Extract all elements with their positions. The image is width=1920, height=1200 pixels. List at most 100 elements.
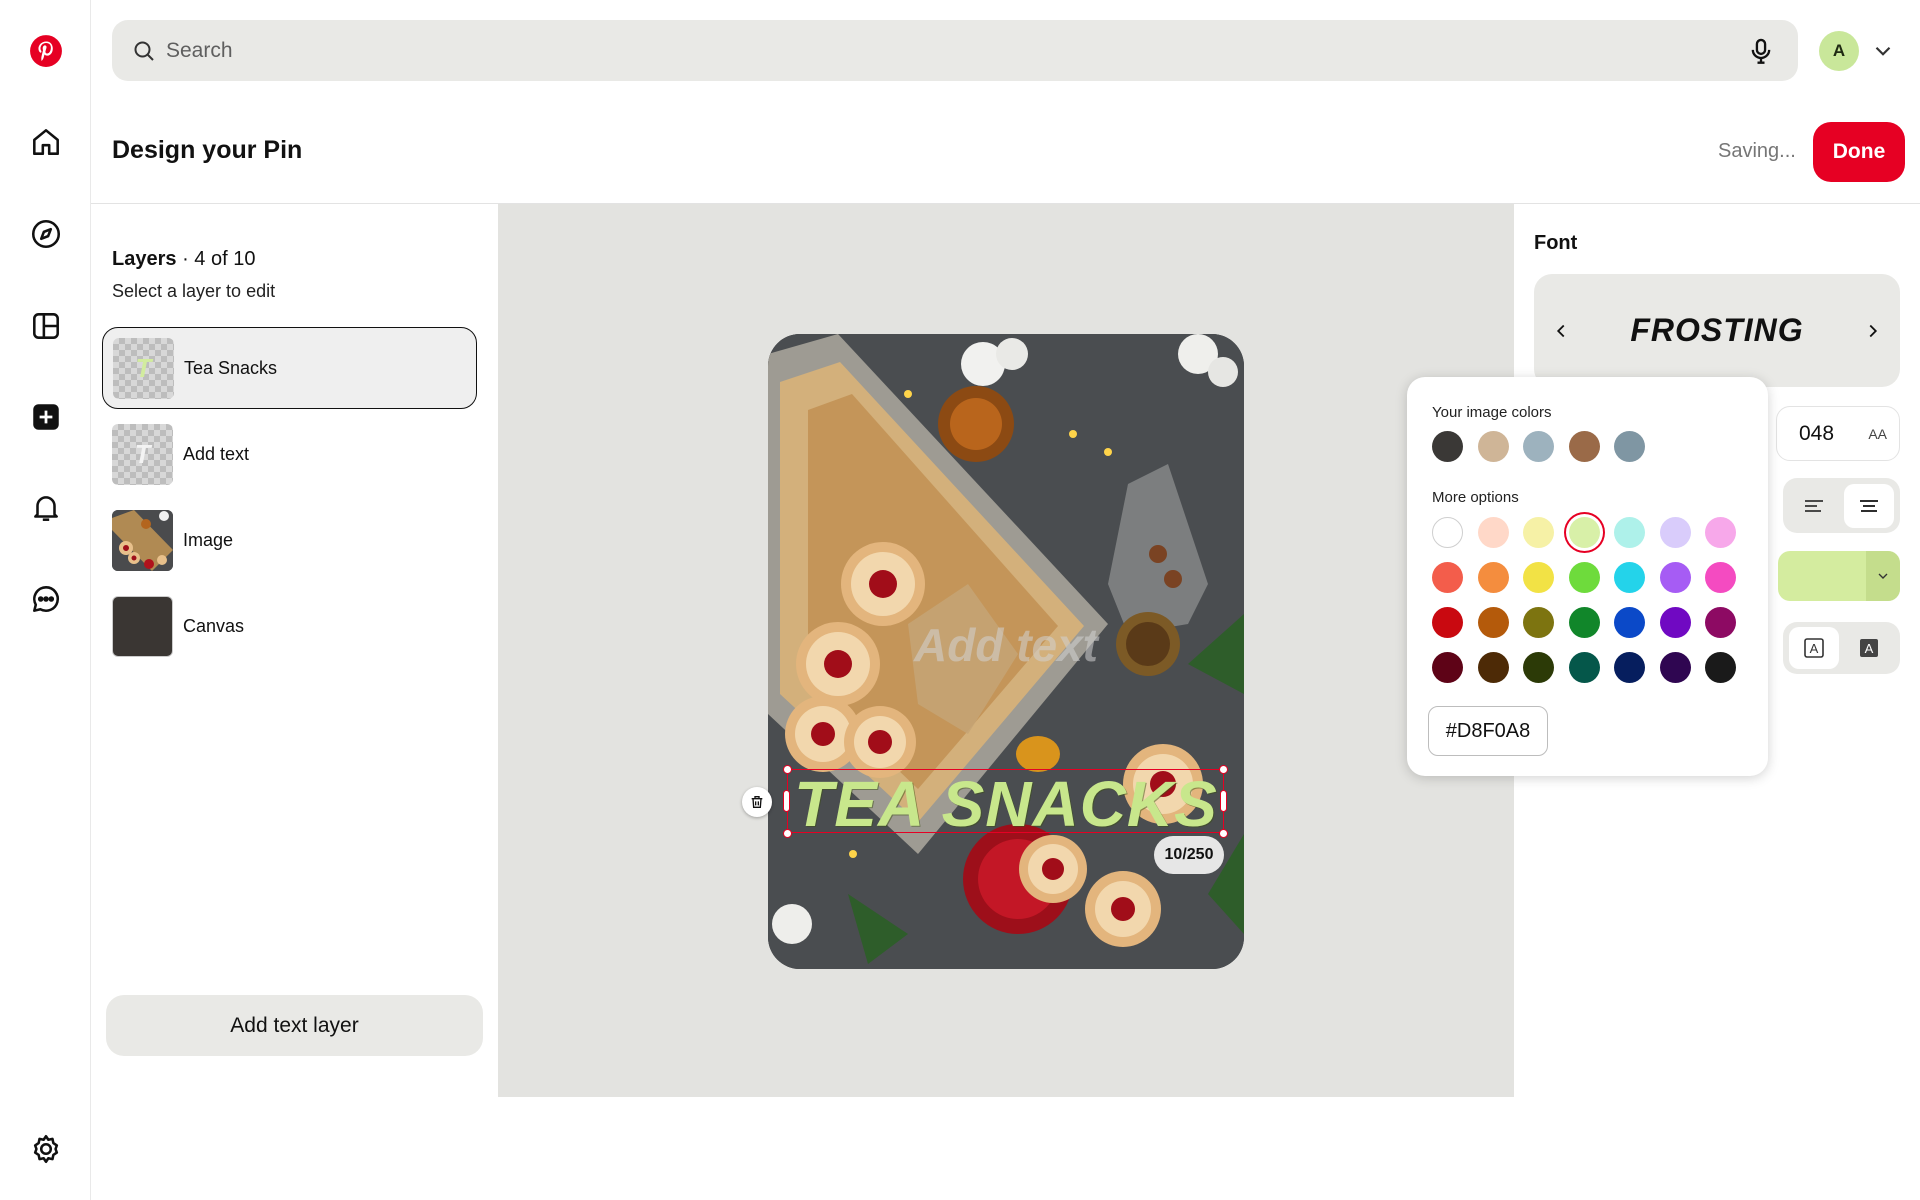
resize-handle-bottom-right[interactable]	[1219, 829, 1228, 838]
done-button[interactable]: Done	[1813, 122, 1905, 182]
search-icon	[134, 41, 154, 61]
chevron-down-icon[interactable]	[1870, 38, 1896, 64]
color-option-swatch[interactable]	[1659, 517, 1691, 548]
color-option-swatch[interactable]	[1523, 517, 1554, 548]
layer-label: Tea Snacks	[184, 357, 278, 378]
explore-compass-icon[interactable]	[20, 208, 72, 260]
text-layer-thumbnail: T	[112, 423, 173, 485]
color-option-swatch[interactable]	[1705, 607, 1736, 638]
color-option-swatch[interactable]	[1705, 652, 1736, 683]
svg-text:A: A	[1864, 641, 1873, 656]
text-selection-box[interactable]	[787, 769, 1224, 833]
color-picker-popover: Your image colors More options #D8F0A8	[1407, 377, 1768, 776]
chevron-right-icon[interactable]	[1860, 318, 1886, 344]
color-option-swatch[interactable]	[1432, 607, 1463, 638]
color-option-swatch[interactable]	[1614, 517, 1645, 548]
image-layer-thumbnail	[112, 509, 173, 571]
layers-count: · 4 of 10	[182, 248, 256, 270]
delete-layer-trash-icon[interactable]	[742, 787, 772, 817]
color-option-swatch[interactable]	[1477, 562, 1509, 593]
left-nav-rail	[0, 0, 91, 1200]
text-outline-icon[interactable]: A	[1789, 627, 1840, 669]
align-center-icon[interactable]	[1843, 483, 1894, 528]
resize-handle-top-right[interactable]	[1219, 765, 1228, 774]
hex-color-field[interactable]: #D8F0A8	[1428, 706, 1548, 756]
image-color-swatch[interactable]	[1568, 431, 1600, 462]
font-picker[interactable]: FROSTING	[1534, 274, 1900, 387]
layer-item-canvas[interactable]: Canvas	[102, 585, 477, 667]
text-style-group: A A	[1783, 622, 1900, 674]
svg-text:A: A	[1810, 641, 1819, 656]
layer-item-add-text[interactable]: T Add text	[102, 413, 477, 495]
canvas-layer-thumbnail	[112, 595, 173, 657]
search-input[interactable]	[166, 38, 1744, 63]
add-text-layer-button[interactable]: Add text layer	[106, 995, 483, 1056]
pinterest-logo-icon[interactable]	[20, 25, 72, 77]
color-option-swatch[interactable]	[1705, 562, 1736, 593]
color-option-swatch[interactable]	[1432, 652, 1463, 683]
chevron-down-icon[interactable]	[1866, 551, 1900, 601]
color-option-swatch[interactable]	[1523, 607, 1554, 638]
color-option-swatch[interactable]	[1523, 562, 1554, 593]
color-option-swatch[interactable]	[1568, 517, 1600, 548]
boards-icon[interactable]	[20, 300, 72, 352]
messages-icon[interactable]	[20, 573, 72, 625]
font-size-value[interactable]: 048	[1799, 422, 1834, 446]
more-options-label: More options	[1432, 489, 1519, 506]
align-left-icon[interactable]	[1789, 484, 1839, 528]
layer-label: Image	[183, 529, 234, 550]
font-panel-title: Font	[1534, 232, 1578, 254]
color-option-swatch[interactable]	[1659, 562, 1691, 593]
save-status: Saving...	[1718, 140, 1796, 162]
resize-handle-right[interactable]	[1220, 790, 1227, 812]
settings-gear-icon[interactable]	[20, 1123, 72, 1175]
user-avatar[interactable]: A	[1819, 31, 1859, 71]
color-option-swatch[interactable]	[1477, 517, 1509, 548]
chevron-left-icon[interactable]	[1548, 318, 1574, 344]
resize-handle-top-left[interactable]	[783, 765, 792, 774]
resize-handle-left[interactable]	[783, 790, 790, 812]
image-color-swatch[interactable]	[1523, 431, 1554, 462]
search-bar[interactable]	[112, 20, 1798, 81]
color-option-swatch[interactable]	[1523, 652, 1554, 683]
text-size-icon: AA	[1868, 425, 1887, 442]
layer-label: Canvas	[183, 615, 245, 636]
image-color-swatch[interactable]	[1614, 431, 1645, 462]
text-layer-thumbnail: T	[113, 337, 174, 399]
color-option-swatch[interactable]	[1568, 652, 1600, 683]
layer-item-tea-snacks[interactable]: T Tea Snacks	[102, 327, 477, 409]
text-background-icon[interactable]: A	[1844, 627, 1894, 669]
add-text-placeholder[interactable]: Add text	[768, 618, 1244, 672]
image-color-swatch[interactable]	[1432, 431, 1463, 462]
create-plus-icon[interactable]	[20, 391, 72, 443]
page-title: Design your Pin	[112, 136, 303, 164]
color-option-swatch[interactable]	[1659, 652, 1691, 683]
color-option-swatch[interactable]	[1614, 652, 1645, 683]
microphone-icon[interactable]	[1744, 34, 1778, 68]
color-option-swatch[interactable]	[1614, 562, 1645, 593]
color-option-swatch[interactable]	[1614, 607, 1645, 638]
font-name: FROSTING	[1630, 312, 1804, 348]
home-icon[interactable]	[20, 116, 72, 168]
layers-title: Layers	[112, 248, 177, 270]
text-alignment-group	[1783, 478, 1900, 533]
color-option-swatch[interactable]	[1477, 652, 1509, 683]
image-color-swatch[interactable]	[1477, 431, 1509, 462]
color-option-swatch[interactable]	[1568, 607, 1600, 638]
layer-item-image[interactable]: Image	[102, 499, 477, 581]
text-color-button[interactable]	[1778, 551, 1900, 601]
image-colors-label: Your image colors	[1432, 404, 1552, 421]
layer-label: Add text	[183, 443, 250, 464]
notifications-bell-icon[interactable]	[20, 482, 72, 534]
color-option-swatch[interactable]	[1477, 607, 1509, 638]
character-counter: 10/250	[1154, 836, 1224, 874]
color-option-swatch[interactable]	[1705, 517, 1736, 548]
color-option-swatch[interactable]	[1568, 562, 1600, 593]
layers-heading: Layers · 4 of 10	[112, 248, 255, 271]
resize-handle-bottom-left[interactable]	[783, 829, 792, 838]
color-option-swatch[interactable]	[1659, 607, 1691, 638]
layers-subtitle: Select a layer to edit	[112, 281, 276, 301]
font-size-field[interactable]: 048 AA	[1776, 406, 1900, 461]
color-option-swatch[interactable]	[1432, 562, 1463, 593]
color-option-swatch[interactable]	[1432, 517, 1463, 548]
